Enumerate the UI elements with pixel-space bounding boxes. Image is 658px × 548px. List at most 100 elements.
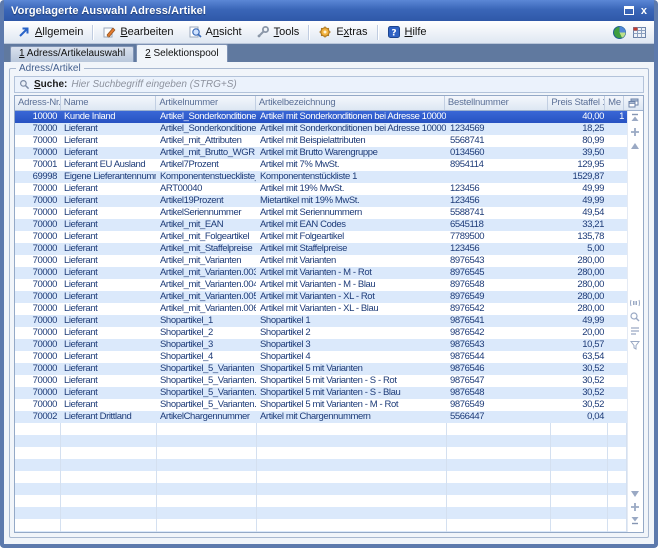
cell-adress-nr: [15, 519, 61, 531]
table-row[interactable]: 70000 Lieferant Artikel_mit_Varianten.00…: [15, 291, 627, 303]
cell-artikelnummer: ArtikelSeriennummer: [157, 207, 257, 219]
cell-adress-nr: [15, 423, 61, 435]
insert-row-icon[interactable]: [629, 126, 641, 138]
cell-name: [61, 435, 157, 447]
tab-selektionspool[interactable]: 2 Selektionspool: [136, 44, 227, 62]
cell-bestellnummer: [447, 531, 551, 532]
cell-artikelbezeichnung: Artikel mit 19% MwSt.: [257, 183, 447, 195]
cell-preis-staffel-1: [551, 483, 608, 495]
cell-me: [608, 507, 627, 519]
column-header-preis-staffel-1[interactable]: Preis Staffel 1: [548, 96, 605, 110]
menu-item-ansicht[interactable]: Ansicht: [181, 23, 249, 41]
table-row[interactable]: 70000 Lieferant Artikel_mit_Folgeartikel…: [15, 231, 627, 243]
tab-adress-artikelauswahl[interactable]: 1 Adress/Artikelauswahl: [10, 46, 134, 62]
table-row[interactable]: 70000 Lieferant Artikel19Prozent Mietart…: [15, 195, 627, 207]
table-row[interactable]: 70000 Lieferant Shopartikel_5_Varianten …: [15, 363, 627, 375]
cell-artikelbezeichnung: Shopartikel 5 mit Varianten - S - Rot: [257, 375, 447, 387]
scroll-to-bottom-icon[interactable]: [629, 514, 641, 526]
cell-artikelbezeichnung: Shopartikel 1: [257, 315, 447, 327]
table-row[interactable]: 70000 Lieferant Artikel_mit_Varianten.00…: [15, 303, 627, 315]
table-row[interactable]: 70000 Lieferant Shopartikel_3 Shopartike…: [15, 339, 627, 351]
cell-preis-staffel-1: 20,00: [551, 327, 608, 339]
cell-name: Lieferant: [61, 351, 157, 363]
menu-item-hilfe[interactable]: ? Hilfe: [380, 23, 434, 41]
table-row[interactable]: 70001 Lieferant EU Ausland Artikel7Proze…: [15, 159, 627, 171]
cell-preis-staffel-1: 33,21: [551, 219, 608, 231]
table-row[interactable]: 70000 Lieferant Artikel_Sonderkonditione…: [15, 123, 627, 135]
row-indicator-icon[interactable]: [629, 297, 641, 309]
table-grid-icon[interactable]: [632, 25, 646, 39]
close-icon[interactable]: x: [641, 6, 647, 16]
cell-me: [608, 339, 627, 351]
menu-item-extras[interactable]: Extras: [311, 23, 374, 41]
table-row[interactable]: 70000 Lieferant Shopartikel_5_Varianten.…: [15, 375, 627, 387]
table-row[interactable]: 69998 Eigene Lieferantennummer-Firma Kom…: [15, 171, 627, 183]
table-row[interactable]: 70000 Lieferant Shopartikel_5_Varianten.…: [15, 387, 627, 399]
menu-separator: [377, 25, 378, 40]
scroll-to-top-icon[interactable]: [629, 112, 641, 124]
cell-adress-nr: [15, 459, 61, 471]
column-header-artikelbezeichnung[interactable]: Artikelbezeichnung: [256, 96, 445, 110]
list-view-icon[interactable]: [629, 325, 641, 337]
cell-preis-staffel-1: 49,99: [551, 183, 608, 195]
cell-preis-staffel-1: 280,00: [551, 303, 608, 315]
menu-item-bearbeiten[interactable]: Bearbeiten: [95, 23, 180, 41]
cell-name: Lieferant: [61, 219, 157, 231]
table-row[interactable]: 10000 Kunde Inland Artikel_Sonderkonditi…: [15, 111, 627, 123]
cell-artikelnummer: Artikel_mit_Folgeartikel: [157, 231, 257, 243]
scroll-down-icon[interactable]: [629, 488, 641, 500]
cell-name: [61, 531, 157, 532]
table-row[interactable]: 70000 Lieferant Shopartikel_4 Shopartike…: [15, 351, 627, 363]
cell-artikelbezeichnung: [257, 483, 447, 495]
restore-icon[interactable]: [624, 6, 634, 15]
table-row[interactable]: 70000 Lieferant Artikel_mit_Attributen A…: [15, 135, 627, 147]
table-row[interactable]: 70000 Lieferant ART00040 Artikel mit 19%…: [15, 183, 627, 195]
cell-artikelnummer: [157, 483, 257, 495]
cell-bestellnummer: 9876548: [447, 387, 551, 399]
cell-artikelbezeichnung: Artikel mit Seriennummern: [257, 207, 447, 219]
cell-bestellnummer: [447, 519, 551, 531]
table-row[interactable]: 70000 Lieferant Artikel_mit_Varianten.00…: [15, 267, 627, 279]
cell-name: [61, 459, 157, 471]
table-row[interactable]: 70000 Lieferant Shopartikel_2 Shopartike…: [15, 327, 627, 339]
menu-item-allgemein[interactable]: Allgemein: [10, 23, 90, 41]
cell-adress-nr: 70000: [15, 243, 61, 255]
cell-me: [608, 195, 627, 207]
column-header-artikelnummer[interactable]: Artikelnummer: [156, 96, 256, 110]
cell-artikelbezeichnung: Mietartikel mit 19% MwSt.: [257, 195, 447, 207]
cell-me: [608, 231, 627, 243]
append-row-icon[interactable]: [629, 501, 641, 513]
table-row[interactable]: 70000 Lieferant Shopartikel_5_Varianten.…: [15, 399, 627, 411]
cell-me: [608, 327, 627, 339]
cell-name: [61, 519, 157, 531]
column-chooser-icon[interactable]: [624, 96, 643, 110]
scroll-up-icon[interactable]: [629, 140, 641, 152]
table-row[interactable]: 70000 Lieferant Artikel_mit_Varianten Ar…: [15, 255, 627, 267]
column-header-bestellnummer[interactable]: Bestellnummer: [445, 96, 549, 110]
table-row[interactable]: 70000 Lieferant Artikel_mit_Brutto_WGR A…: [15, 147, 627, 159]
column-header-name[interactable]: Name: [61, 96, 157, 110]
column-header-adress-nr[interactable]: Adress-Nr.: [15, 96, 61, 110]
table-row[interactable]: 70000 Lieferant Artikel_mit_EAN Artikel …: [15, 219, 627, 231]
chart-pie-icon[interactable]: [612, 25, 626, 39]
cell-bestellnummer: [447, 459, 551, 471]
cell-me: [608, 207, 627, 219]
table-row[interactable]: 70000 Lieferant Shopartikel_1 Shopartike…: [15, 315, 627, 327]
cell-adress-nr: 70000: [15, 195, 61, 207]
incremental-search-icon[interactable]: [629, 311, 641, 323]
view-magnifier-icon: [188, 25, 202, 39]
cell-preis-staffel-1: [551, 423, 608, 435]
cell-artikelnummer: Shopartikel_5_Varianten.3: [157, 399, 257, 411]
table-row[interactable]: 70000 Lieferant Artikel_mit_Staffelpreis…: [15, 243, 627, 255]
filter-icon[interactable]: [629, 339, 641, 351]
table-row[interactable]: 70000 Lieferant Artikel_mit_Varianten.00…: [15, 279, 627, 291]
search-input[interactable]: Suche: Hier Suchbegriff eingeben (STRG+S…: [14, 76, 644, 93]
cell-artikelnummer: [157, 447, 257, 459]
table-row[interactable]: 70002 Lieferant Drittland ArtikelChargen…: [15, 411, 627, 423]
table-row[interactable]: 70000 Lieferant ArtikelSeriennummer Arti…: [15, 207, 627, 219]
cell-me: [608, 255, 627, 267]
menu-item-tools[interactable]: Tools: [249, 23, 307, 41]
cell-name: [61, 447, 157, 459]
column-header-me[interactable]: Me: [605, 96, 624, 110]
cell-me: [608, 135, 627, 147]
